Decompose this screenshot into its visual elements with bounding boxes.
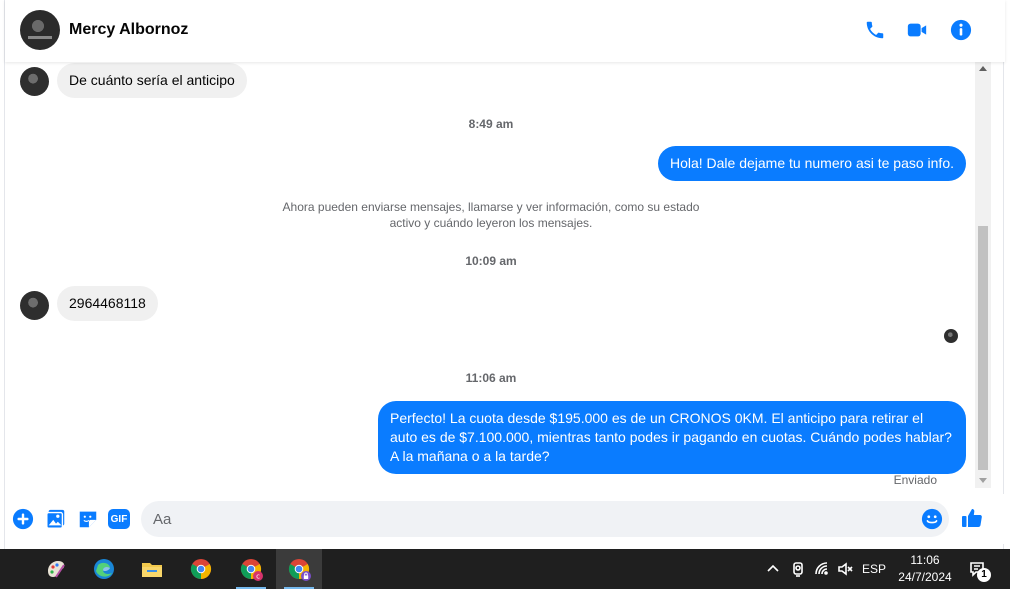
clock-time: 11:06 <box>910 553 940 567</box>
system-notice: Ahora pueden enviarse mensajes, llamarse… <box>255 199 727 231</box>
contact-avatar[interactable] <box>20 10 60 50</box>
language-indicator[interactable]: ESP <box>860 549 888 589</box>
file-explorer-icon[interactable] <box>129 549 175 589</box>
notifications-badge: 1 <box>977 568 991 582</box>
paint-app-icon[interactable] <box>33 549 79 589</box>
message-composer: GIF <box>5 494 1005 544</box>
scroll-up-arrow[interactable] <box>979 66 987 71</box>
contact-name[interactable]: Mercy Albornoz <box>69 21 188 39</box>
photo-gallery-icon[interactable] <box>45 508 67 530</box>
system-notice-line: activo y cuándo leyeron los mensajes. <box>389 216 593 230</box>
sender-avatar[interactable] <box>20 67 49 96</box>
gif-icon[interactable]: GIF <box>108 509 130 529</box>
phone-icon[interactable] <box>862 17 888 43</box>
edge-browser-icon[interactable] <box>81 549 127 589</box>
device-meet-icon[interactable] <box>787 549 809 589</box>
outgoing-message[interactable]: Perfecto! La cuota desde $195.000 es de … <box>378 401 966 474</box>
scroll-down-arrow[interactable] <box>979 478 987 483</box>
message-timestamp: 11:06 am <box>465 371 517 385</box>
svg-text:c: c <box>256 573 260 581</box>
wifi-icon[interactable] <box>811 549 833 589</box>
video-camera-icon[interactable] <box>904 17 930 43</box>
thumbs-up-icon[interactable] <box>960 506 984 530</box>
chat-header: Mercy Albornoz <box>5 0 1005 62</box>
message-list[interactable]: De cuánto sería el anticipo 8:49 am Hola… <box>5 62 975 488</box>
speaker-muted-icon[interactable] <box>834 549 856 589</box>
message-input[interactable] <box>141 501 949 537</box>
chrome-profile-lock-icon[interactable] <box>276 549 322 589</box>
sticker-icon[interactable] <box>77 508 99 530</box>
task-view-icon[interactable] <box>0 549 16 589</box>
emoji-icon[interactable] <box>921 508 943 530</box>
chrome-browser-icon[interactable] <box>178 549 224 589</box>
chat-window: Mercy Albornoz De cuánto sería el antici… <box>4 0 1005 549</box>
message-timestamp: 8:49 am <box>468 117 514 131</box>
sender-avatar[interactable] <box>20 291 49 320</box>
incoming-message[interactable]: 2964468118 <box>57 286 158 321</box>
system-notice-line: Ahora pueden enviarse mensajes, llamarse… <box>282 200 700 214</box>
system-clock[interactable]: 11:06 24/7/2024 <box>888 549 962 589</box>
message-timestamp: 10:09 am <box>465 254 517 268</box>
info-icon[interactable] <box>948 17 974 43</box>
chrome-profile-c-icon[interactable]: c <box>228 549 274 589</box>
clock-date: 24/7/2024 <box>898 570 952 584</box>
scroll-thumb[interactable] <box>978 226 988 470</box>
read-receipt-avatar <box>944 329 958 343</box>
incoming-message[interactable]: De cuánto sería el anticipo <box>57 63 247 98</box>
sent-status: Enviado <box>893 473 937 487</box>
plus-circle-icon[interactable] <box>12 508 34 530</box>
message-scrollbar[interactable] <box>975 62 991 488</box>
chevron-up-icon[interactable] <box>762 549 784 589</box>
outgoing-message[interactable]: Hola! Dale dejame tu numero asi te paso … <box>657 146 966 181</box>
taskbar: c ESP 11:06 24/7/2024 1 <box>0 549 1010 589</box>
